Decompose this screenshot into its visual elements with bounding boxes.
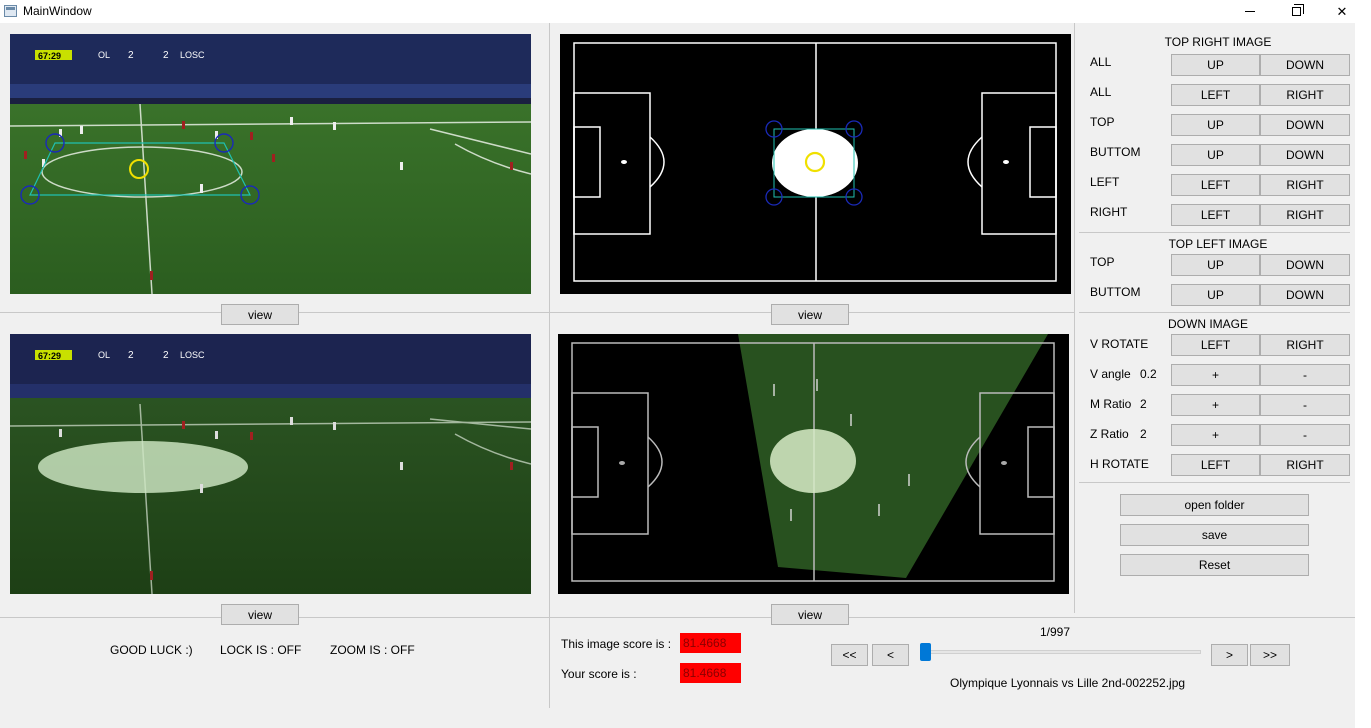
tr-all-right-button[interactable]: RIGHT [1260,84,1350,106]
z-ratio-minus-button[interactable]: - [1260,424,1350,446]
bottom-left-image[interactable]: 67:29 OL 2 2 LOSC [10,334,531,594]
down-row3-label: Z Ratio [1090,427,1129,441]
tl-score-s2: 2 [163,50,169,61]
current-filename: Olympique Lyonnais vs Lille 2nd-002252.j… [950,676,1186,690]
view-button-top-right[interactable]: view [771,304,849,325]
control-divider-3 [1079,482,1350,483]
horizontal-divider-bottom [0,617,1371,618]
good-luck-text: GOOD LUCK :) [110,643,193,657]
tl-top-up-button[interactable]: UP [1171,254,1260,276]
m-ratio-minus-button[interactable]: - [1260,394,1350,416]
tl-score-s1: 2 [128,50,134,61]
maximize-button[interactable] [1273,0,1319,23]
v-rotate-right-button[interactable]: RIGHT [1260,334,1350,356]
view-button-bottom-left[interactable]: view [221,604,299,625]
down-image-header: DOWN IMAGE [1168,317,1248,331]
tr-all-up-button[interactable]: UP [1171,54,1260,76]
m-ratio-plus-button[interactable]: + [1171,394,1260,416]
bl-score-team2: LOSC [180,350,205,360]
down-row0-label: V ROTATE [1090,337,1149,351]
tr-left-left-button[interactable]: LEFT [1171,174,1260,196]
tl-score-time: 67:29 [38,51,61,61]
tr-bottom-down-button[interactable]: DOWN [1260,144,1350,166]
window-title: MainWindow [23,4,92,18]
v-angle-value: 0.2 [1140,367,1157,381]
tl-row1-label: BUTTOM [1090,285,1141,299]
tl-top-down-button[interactable]: DOWN [1260,254,1350,276]
control-divider-1 [1079,232,1350,233]
tr-top-down-button[interactable]: DOWN [1260,114,1350,136]
m-ratio-value: 2 [1140,397,1147,411]
app-window-icon [4,5,17,17]
tl-bottom-down-button[interactable]: DOWN [1260,284,1350,306]
tr-row1-label: ALL [1090,85,1112,99]
tr-all-left-button[interactable]: LEFT [1171,84,1260,106]
title-bar: MainWindow ✕ [0,0,1371,23]
your-score-label: Your score is : [561,667,637,681]
z-ratio-plus-button[interactable]: + [1171,424,1260,446]
h-rotate-left-button[interactable]: LEFT [1171,454,1260,476]
down-row4-label: H ROTATE [1090,457,1149,471]
control-divider-2 [1079,312,1350,313]
close-button[interactable]: ✕ [1319,0,1365,23]
horizontal-divider-middle [0,312,1074,313]
tr-bottom-up-button[interactable]: UP [1171,144,1260,166]
top-right-image[interactable] [560,34,1071,294]
tl-score-team1: OL [98,50,110,60]
lock-status: LOCK IS : OFF [220,643,302,657]
down-image[interactable] [558,334,1069,594]
image-slider-thumb[interactable] [920,643,931,661]
view-button-bottom-right[interactable]: view [771,604,849,625]
zoom-status: ZOOM IS : OFF [330,643,415,657]
restore-icon [1291,4,1304,16]
tr-right-left-button[interactable]: LEFT [1171,204,1260,226]
tr-row0-label: ALL [1090,55,1112,69]
minimize-button[interactable] [1227,0,1273,23]
z-ratio-value: 2 [1140,427,1147,441]
tr-all-down-button[interactable]: DOWN [1260,54,1350,76]
first-image-button[interactable]: << [831,644,868,666]
tl-score-team2: LOSC [180,50,205,60]
tr-row2-label: TOP [1090,115,1115,129]
view-button-top-left[interactable]: view [221,304,299,325]
bl-score-s2: 2 [163,350,169,361]
tr-top-up-button[interactable]: UP [1171,114,1260,136]
tr-row5-label: RIGHT [1090,205,1128,219]
your-score-value: 81.4668 [680,663,741,683]
h-rotate-right-button[interactable]: RIGHT [1260,454,1350,476]
tr-row3-label: BUTTOM [1090,145,1141,159]
bl-score-time: 67:29 [38,351,61,361]
vertical-divider-right [1074,23,1075,613]
top-left-image[interactable]: 67:29 OL 2 2 LOSC [10,34,531,294]
next-image-button[interactable]: > [1211,644,1248,666]
vertical-divider-left [549,23,550,708]
image-score-value: 81.4668 [680,633,741,653]
tr-left-right-button[interactable]: RIGHT [1260,174,1350,196]
close-icon: ✕ [1336,3,1348,19]
top-left-image-header: TOP LEFT IMAGE [1168,237,1268,251]
v-angle-plus-button[interactable]: + [1171,364,1260,386]
image-slider-track[interactable] [920,650,1201,654]
tl-bottom-up-button[interactable]: UP [1171,284,1260,306]
v-rotate-left-button[interactable]: LEFT [1171,334,1260,356]
tr-right-right-button[interactable]: RIGHT [1260,204,1350,226]
window-right-edge [1355,23,1371,728]
tl-row0-label: TOP [1090,255,1115,269]
down-row2-label: M Ratio [1090,397,1132,411]
image-score-label: This image score is : [561,637,672,651]
minimize-icon [1245,11,1255,12]
down-row1-label: V angle [1090,367,1131,381]
image-counter: 1/997 [1040,625,1071,639]
reset-button[interactable]: Reset [1120,554,1309,576]
save-button[interactable]: save [1120,524,1309,546]
v-angle-minus-button[interactable]: - [1260,364,1350,386]
prev-image-button[interactable]: < [872,644,909,666]
last-image-button[interactable]: >> [1250,644,1290,666]
open-folder-button[interactable]: open folder [1120,494,1309,516]
tr-row4-label: LEFT [1090,175,1120,189]
bl-score-s1: 2 [128,350,134,361]
bl-score-team1: OL [98,350,110,360]
top-right-image-header: TOP RIGHT IMAGE [1164,35,1272,49]
